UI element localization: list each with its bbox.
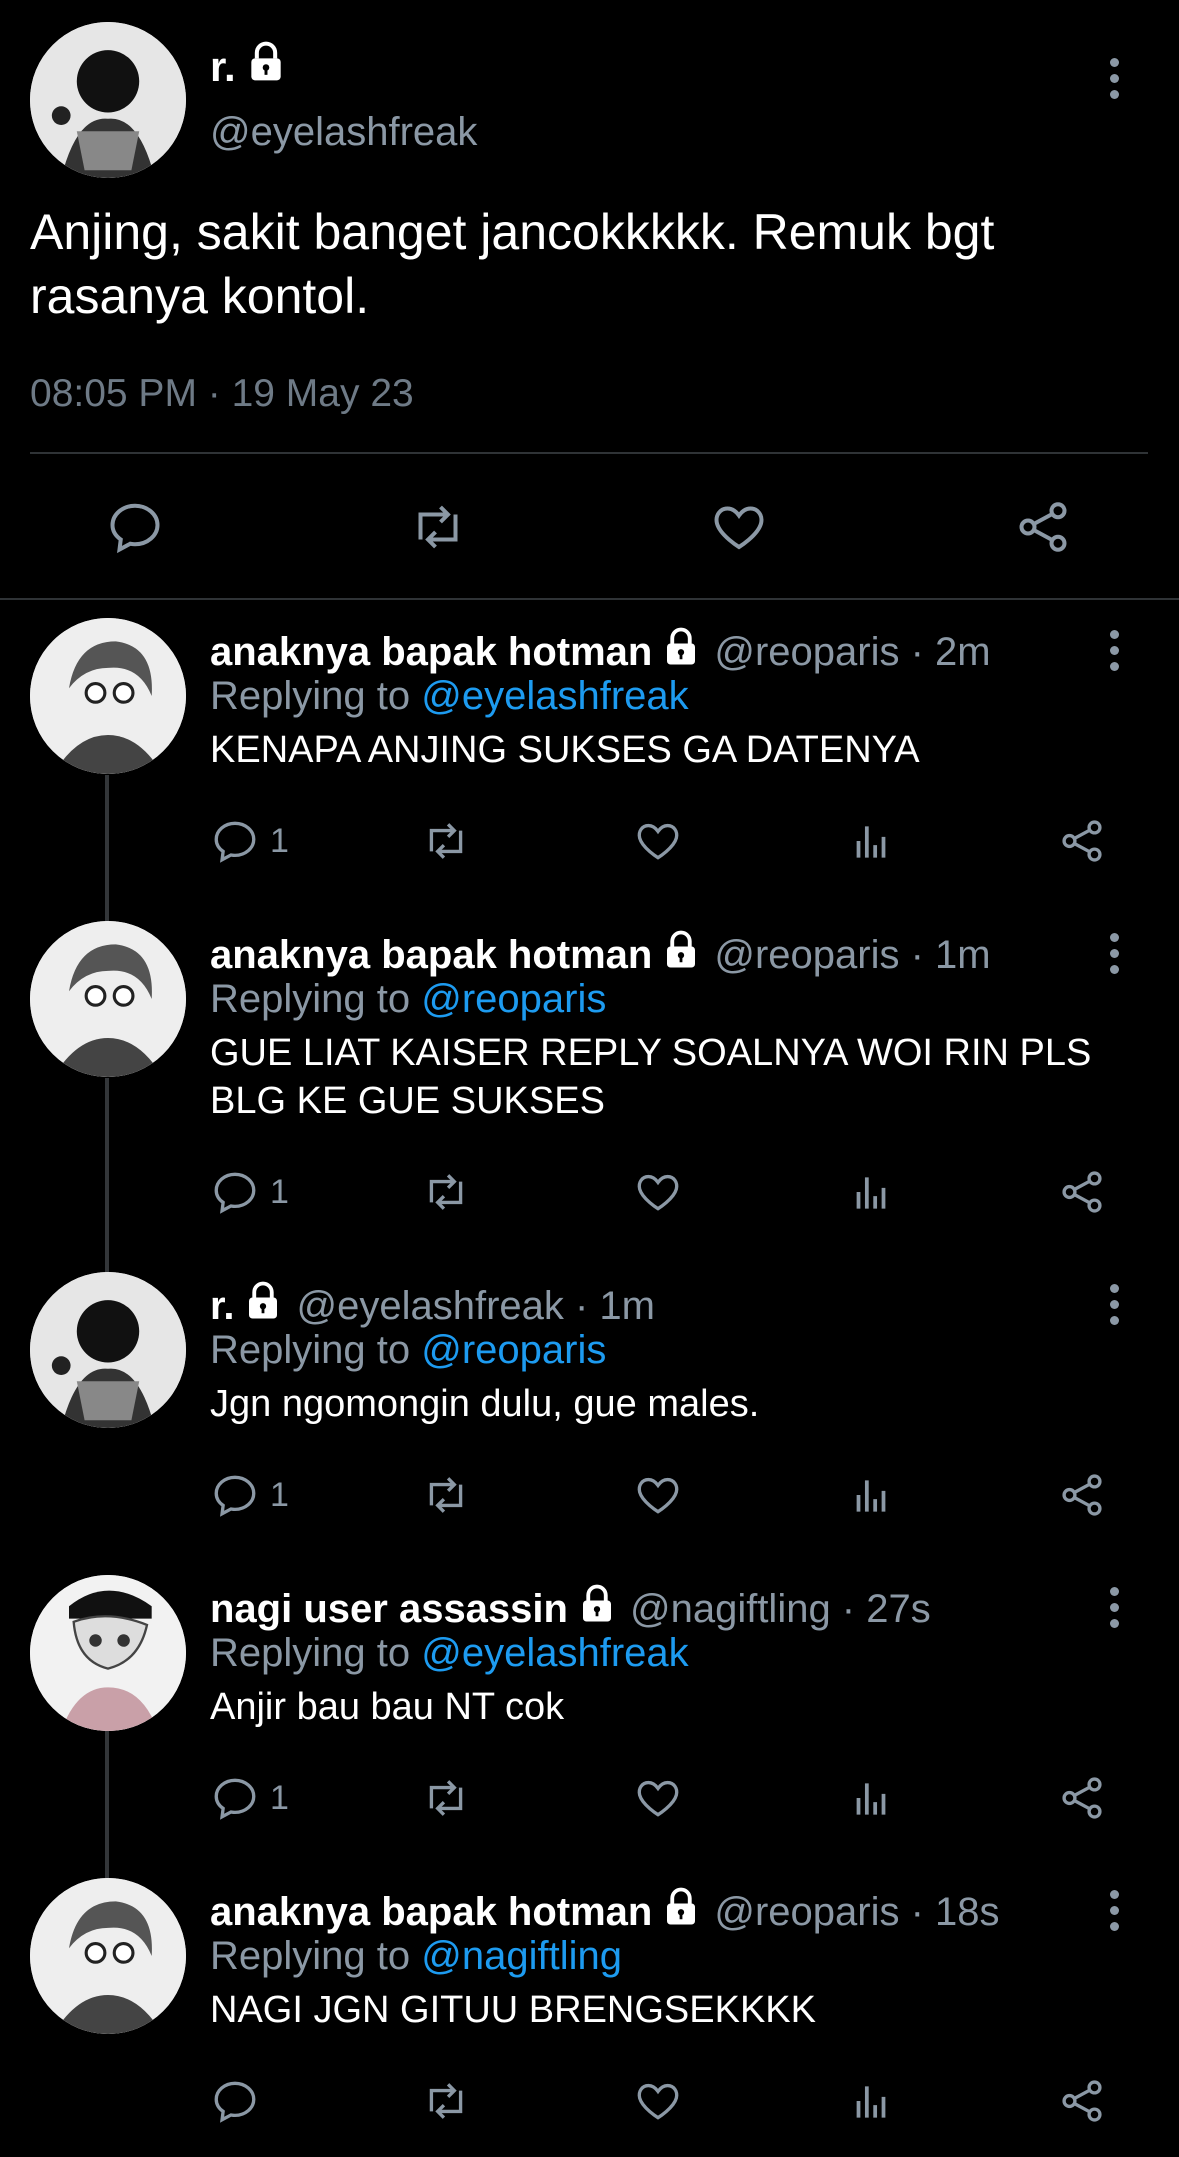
lock-icon [660,626,702,678]
author-row: r. [210,40,288,94]
tweet-text: Anjing, sakit banget jancokkkkk. Remuk b… [30,204,995,324]
author-name[interactable]: anaknya bapak hotman [210,630,652,675]
share-icon[interactable] [1012,497,1074,562]
main-tweet: r. @eyelashfreak Anjing, sakit banget ja… [0,0,1179,600]
author-name[interactable]: r. [210,43,236,91]
reply-count: 1 [270,822,289,860]
author-handle[interactable]: @reoparis · 2m [714,630,990,675]
replying-to: Replying to @eyelashfreak [210,1631,689,1675]
share-icon[interactable] [1056,1470,1108,1525]
reply-icon[interactable] [105,497,165,562]
mention-link[interactable]: @reoparis [421,977,606,1021]
author-row: anaknya bapak hotman @reoparis · 18s [210,1886,1000,1938]
tweet-timestamp: 08:05 PM · 19 May 23 [30,372,414,415]
replying-to: Replying to @reoparis [210,977,607,1021]
analytics-icon[interactable] [846,1167,896,1222]
avatar[interactable] [30,921,186,1077]
author-handle[interactable]: @reoparis · 18s [714,1890,999,1935]
retweet-icon[interactable] [418,1167,474,1222]
replying-to: Replying to @reoparis [210,1328,607,1372]
replying-to: Replying to @nagiftling [210,1934,622,1978]
action-bar [0,2076,1179,2136]
more-options-icon[interactable] [1108,1890,1120,1938]
lock-icon [576,1583,618,1635]
author-handle[interactable]: @nagiftling · 27s [630,1587,931,1632]
analytics-icon[interactable] [846,2076,896,2131]
action-bar: 1 [0,1470,1179,1530]
avatar[interactable] [30,1272,186,1428]
more-options-icon[interactable] [1108,1587,1120,1635]
more-options-icon[interactable] [1108,1284,1120,1332]
author-handle[interactable]: @eyelashfreak [210,110,477,155]
retweet-icon[interactable] [405,497,471,562]
analytics-icon[interactable] [846,1773,896,1828]
reply-icon[interactable] [210,2076,260,2131]
author-name[interactable]: anaknya bapak hotman [210,933,652,978]
mention-link[interactable]: @eyelashfreak [421,1631,688,1675]
author-name[interactable]: anaknya bapak hotman [210,1890,652,1935]
reply-count: 1 [270,1476,289,1514]
reply-text: KENAPA ANJING SUKSES GA DATENYA [210,729,920,771]
like-icon[interactable] [632,2076,684,2131]
reply-tweet[interactable]: anaknya bapak hotman @reoparis · 1m Repl… [0,921,1179,1229]
author-name[interactable]: nagi user assassin [210,1587,568,1632]
action-bar: 1 [0,816,1179,876]
author-handle[interactable]: @eyelashfreak · 1m [296,1284,655,1329]
author-row: nagi user assassin @nagiftling · 27s [210,1583,931,1635]
like-icon[interactable] [632,1167,684,1222]
lock-icon [244,40,288,94]
lock-icon [660,929,702,981]
lock-icon [242,1280,284,1332]
action-bar: 1 [0,1167,1179,1227]
author-row: r. @eyelashfreak · 1m [210,1280,655,1332]
share-icon[interactable] [1056,816,1108,871]
mention-link[interactable]: @eyelashfreak [421,674,688,718]
avatar[interactable] [30,618,186,774]
retweet-icon[interactable] [418,816,474,871]
reply-count: 1 [270,1173,289,1211]
reply-tweet[interactable]: anaknya bapak hotman @reoparis · 2m Repl… [0,618,1179,876]
divider [30,452,1148,454]
author-row: anaknya bapak hotman @reoparis · 2m [210,626,991,678]
author-row: anaknya bapak hotman @reoparis · 1m [210,929,991,981]
lock-icon [660,1886,702,1938]
more-options-icon[interactable] [1108,933,1120,981]
reply-text: Jgn ngomongin dulu, gue males. [210,1383,760,1425]
author-name[interactable]: r. [210,1284,234,1329]
reply-icon[interactable] [210,1470,260,1525]
reply-text: Anjir bau bau NT cok [210,1686,565,1728]
retweet-icon[interactable] [418,2076,474,2131]
retweet-icon[interactable] [418,1470,474,1525]
reply-text: NAGI JGN GITUU BRENGSEKKKK [210,1989,816,2031]
reply-tweet[interactable]: nagi user assassin @nagiftling · 27s Rep… [0,1575,1179,1833]
share-icon[interactable] [1056,2076,1108,2131]
mention-link[interactable]: @reoparis [421,1328,606,1372]
avatar[interactable] [30,1878,186,2034]
reply-text: GUE LIAT KAISER REPLY SOALNYA WOI RIN PL… [210,1032,1092,1122]
like-icon[interactable] [632,1470,684,1525]
avatar[interactable] [30,22,186,178]
reply-count: 1 [270,1779,289,1817]
replying-to: Replying to @eyelashfreak [210,674,689,718]
like-icon[interactable] [632,816,684,871]
retweet-icon[interactable] [418,1773,474,1828]
reply-icon[interactable] [210,1167,260,1222]
mention-link[interactable]: @nagiftling [421,1934,622,1978]
reply-tweet[interactable]: r. @eyelashfreak · 1m Replying to @reopa… [0,1272,1179,1530]
analytics-icon[interactable] [846,1470,896,1525]
author-handle[interactable]: @reoparis · 1m [714,933,990,978]
avatar[interactable] [30,1575,186,1731]
share-icon[interactable] [1056,1167,1108,1222]
divider [0,598,1179,600]
reply-icon[interactable] [210,1773,260,1828]
analytics-icon[interactable] [846,816,896,871]
like-icon[interactable] [708,497,770,562]
share-icon[interactable] [1056,1773,1108,1828]
reply-icon[interactable] [210,816,260,871]
more-options-icon[interactable] [1108,630,1120,678]
action-bar: 1 [0,1773,1179,1833]
like-icon[interactable] [632,1773,684,1828]
reply-tweet[interactable]: anaknya bapak hotman @reoparis · 18s Rep… [0,1878,1179,2136]
more-options-icon[interactable] [1108,58,1120,106]
